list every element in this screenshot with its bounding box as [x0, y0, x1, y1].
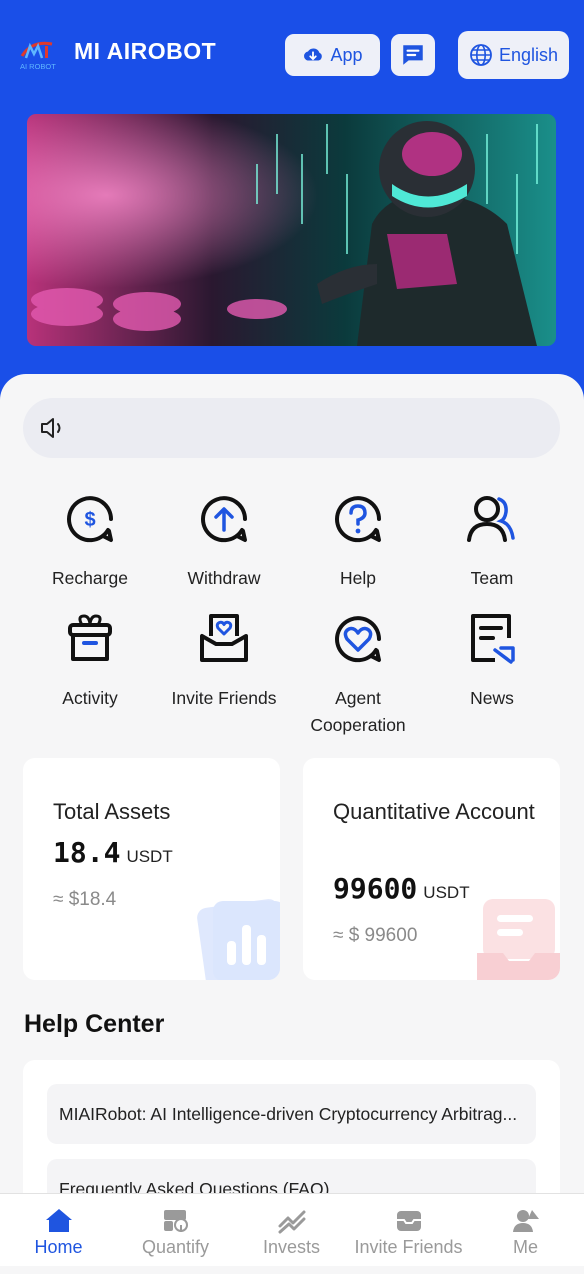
app-download-button[interactable]: App: [285, 34, 380, 76]
invests-chart-icon: [278, 1210, 305, 1234]
gift-icon: [68, 614, 112, 661]
announcement-bar[interactable]: [23, 398, 560, 458]
document-tray-icon: [477, 899, 560, 980]
home-icon: [45, 1209, 72, 1232]
globe-icon: [470, 44, 492, 66]
action-label: Invite Friends: [171, 688, 277, 708]
action-agent-cooperation[interactable]: Agent Cooperation: [291, 612, 425, 739]
action-label: Recharge: [52, 568, 128, 588]
svg-text:$: $: [84, 509, 95, 531]
action-recharge[interactable]: $ Recharge: [23, 492, 157, 592]
dollar-recharge-icon: $: [67, 496, 113, 543]
tab-me[interactable]: Me: [467, 1194, 584, 1266]
action-invite-friends[interactable]: Invite Friends: [157, 612, 291, 712]
total-assets-unit: USDT: [126, 847, 173, 866]
tab-label: Home: [34, 1237, 83, 1257]
question-icon: [335, 496, 381, 543]
tab-label: Me: [512, 1237, 538, 1257]
speaker-icon: [41, 418, 61, 438]
news-icon: [471, 614, 515, 664]
help-center-title: Help Center: [24, 1010, 165, 1038]
total-assets-card[interactable]: Total Assets 18.4 USDT ≈ $18.4: [23, 758, 280, 980]
quant-account-approx: ≈ $ 99600: [333, 925, 418, 946]
messages-button[interactable]: [391, 34, 435, 76]
user-icon: [512, 1210, 539, 1232]
arrow-up-withdraw-icon: [201, 496, 247, 543]
envelope-heart-icon: [200, 614, 248, 662]
tab-invite-friends[interactable]: Invite Friends: [350, 1194, 467, 1266]
action-label: News: [470, 688, 514, 708]
quant-account-unit: USDT: [423, 883, 470, 902]
action-label: Agent Cooperation: [310, 688, 406, 735]
logo-text: AI ROBOT: [20, 62, 56, 71]
tab-invests[interactable]: Invests: [233, 1194, 350, 1266]
total-assets-title: Total Assets: [53, 799, 171, 824]
language-label: English: [498, 44, 559, 65]
quant-account-value: 99600: [333, 872, 418, 905]
action-label: Help: [340, 568, 376, 588]
quantitative-account-card[interactable]: Quantitative Account 99600 USDT ≈ $ 99600: [303, 758, 560, 980]
action-withdraw[interactable]: Withdraw: [157, 492, 291, 592]
quantify-icon: [163, 1210, 188, 1232]
action-help[interactable]: Help: [291, 492, 425, 592]
tab-label: Invests: [262, 1237, 321, 1257]
chat-icon: [403, 45, 423, 65]
tab-home[interactable]: Home: [0, 1194, 117, 1266]
app-button-label: App: [330, 44, 363, 65]
help-article-item[interactable]: MIAIRobot: AI Intelligence-driven Crypto…: [47, 1084, 536, 1144]
heart-circle-icon: [335, 616, 381, 663]
action-team[interactable]: Team: [425, 492, 559, 592]
quant-account-title: Quantitative Account: [333, 799, 535, 824]
invite-box-icon: [396, 1211, 421, 1231]
bottom-tab-bar: Home Quantify Invests Invite Friends Me: [0, 1193, 584, 1266]
team-icon: [467, 496, 515, 542]
action-label: Withdraw: [187, 568, 261, 588]
action-activity[interactable]: Activity: [23, 612, 157, 712]
total-assets-value: 18.4: [53, 836, 121, 869]
hero-banner[interactable]: [27, 114, 556, 346]
tab-label: Invite Friends: [354, 1237, 463, 1257]
action-label: Team: [470, 568, 514, 588]
tab-label: Quantify: [141, 1237, 210, 1257]
cloud-download-icon: [304, 48, 323, 61]
brand-logo: AI ROBOT: [18, 36, 58, 72]
action-label: Activity: [62, 688, 118, 708]
language-button[interactable]: English: [458, 31, 569, 79]
bar-chart-icon: [197, 899, 280, 980]
app-header: AI ROBOT MI AIROBOT App English: [0, 0, 584, 110]
action-news[interactable]: News: [425, 612, 559, 712]
total-assets-approx: ≈ $18.4: [53, 889, 117, 910]
tab-quantify[interactable]: Quantify: [117, 1194, 234, 1266]
brand-name: MI AIROBOT: [74, 38, 217, 64]
